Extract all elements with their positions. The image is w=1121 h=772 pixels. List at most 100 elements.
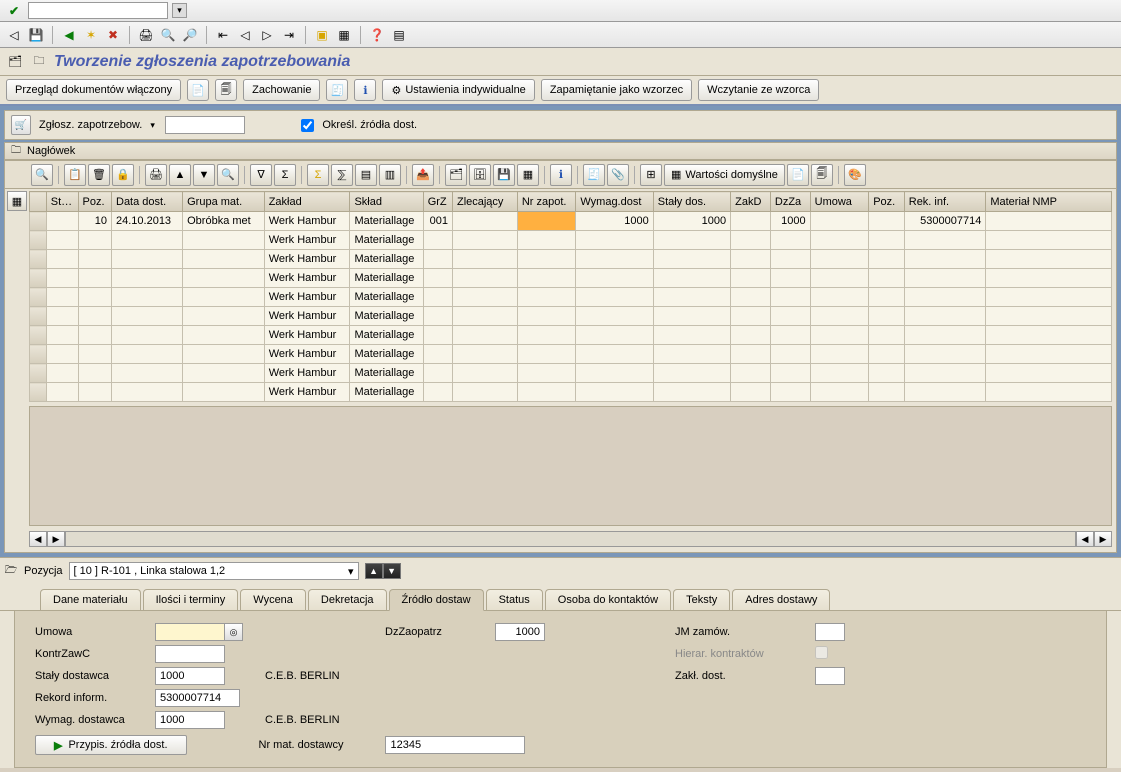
table-cell[interactable] bbox=[46, 383, 78, 402]
next-item-icon[interactable]: ▼ bbox=[383, 563, 401, 579]
jm-input[interactable] bbox=[815, 623, 845, 641]
table-cell[interactable] bbox=[904, 250, 986, 269]
pr-number-input[interactable] bbox=[165, 116, 245, 134]
select-all-icon[interactable]: ▦ bbox=[7, 191, 27, 211]
filter-icon[interactable]: ∇ bbox=[250, 164, 272, 186]
table-cell[interactable]: Werk Hambur bbox=[264, 212, 350, 231]
col-header[interactable]: Stały dos. bbox=[653, 192, 730, 212]
table-cell[interactable] bbox=[576, 307, 653, 326]
sum-icon[interactable]: Σ bbox=[307, 164, 329, 186]
horizontal-scrollbar[interactable]: ◀ ▶ ◀ ▶ bbox=[29, 530, 1112, 548]
table-cell[interactable]: Werk Hambur bbox=[264, 231, 350, 250]
table-cell[interactable] bbox=[423, 231, 452, 250]
table-cell[interactable] bbox=[904, 231, 986, 250]
col-header[interactable]: ZakD bbox=[731, 192, 771, 212]
table-row[interactable]: Werk HamburMateriallage bbox=[30, 383, 1112, 402]
table-cell[interactable] bbox=[112, 269, 183, 288]
dzzaopatrz-input[interactable] bbox=[495, 623, 545, 641]
col-header[interactable]: Data dost. bbox=[112, 192, 183, 212]
table-cell[interactable] bbox=[731, 288, 771, 307]
table-cell[interactable] bbox=[576, 269, 653, 288]
table-cell[interactable] bbox=[423, 250, 452, 269]
table-cell[interactable] bbox=[576, 250, 653, 269]
table-cell[interactable] bbox=[904, 288, 986, 307]
table-cell[interactable] bbox=[731, 326, 771, 345]
col-header[interactable]: GrZ bbox=[423, 192, 452, 212]
table-cell[interactable] bbox=[423, 383, 452, 402]
table-cell[interactable] bbox=[46, 212, 78, 231]
item-section-icon[interactable]: 🗁 bbox=[4, 564, 18, 578]
table-cell[interactable] bbox=[183, 383, 265, 402]
prev-page-icon[interactable]: ◁ bbox=[235, 25, 255, 45]
table-cell[interactable] bbox=[869, 231, 905, 250]
last-page-icon[interactable]: ⇥ bbox=[279, 25, 299, 45]
table-cell[interactable] bbox=[452, 231, 517, 250]
ok-icon[interactable]: ✔ bbox=[4, 1, 24, 21]
lock-icon[interactable]: 🔒 bbox=[112, 164, 134, 186]
tab-dekretacja[interactable]: Dekretacja bbox=[308, 589, 387, 610]
table-cell[interactable] bbox=[452, 307, 517, 326]
table-cell[interactable] bbox=[904, 364, 986, 383]
table-cell[interactable] bbox=[112, 345, 183, 364]
dropdown-icon[interactable]: ▾ bbox=[150, 120, 157, 131]
table-cell[interactable] bbox=[986, 326, 1112, 345]
col-header[interactable]: Poz. bbox=[78, 192, 111, 212]
save-icon[interactable]: 💾 bbox=[26, 25, 46, 45]
table-cell[interactable] bbox=[904, 345, 986, 364]
table-cell[interactable] bbox=[452, 212, 517, 231]
table-cell[interactable] bbox=[653, 326, 730, 345]
table-cell[interactable] bbox=[653, 288, 730, 307]
default-values-button[interactable]: ▦Wartości domyślne bbox=[664, 164, 785, 186]
table-cell[interactable] bbox=[576, 231, 653, 250]
tab-adres-dostawy[interactable]: Adres dostawy bbox=[732, 589, 830, 610]
find-icon[interactable]: 🔍 bbox=[158, 25, 178, 45]
umowa-input[interactable] bbox=[155, 623, 225, 641]
table-cell[interactable] bbox=[869, 364, 905, 383]
table-cell[interactable] bbox=[423, 288, 452, 307]
table-cell[interactable] bbox=[986, 250, 1112, 269]
col-header[interactable]: Wymag.dost bbox=[576, 192, 653, 212]
table-cell[interactable] bbox=[810, 250, 869, 269]
table-row[interactable]: Werk HamburMateriallage bbox=[30, 364, 1112, 383]
table-cell[interactable] bbox=[112, 231, 183, 250]
table-cell[interactable] bbox=[183, 364, 265, 383]
save-as-template-button[interactable]: Zapamiętanie jako wzorzec bbox=[541, 79, 692, 101]
color-legend-icon[interactable]: 🎨 bbox=[844, 164, 866, 186]
subtotal-icon[interactable]: ⅀ bbox=[331, 164, 353, 186]
table-cell[interactable] bbox=[904, 269, 986, 288]
table-cell[interactable]: Werk Hambur bbox=[264, 288, 350, 307]
table-cell[interactable]: Werk Hambur bbox=[264, 326, 350, 345]
next-page-icon[interactable]: ▷ bbox=[257, 25, 277, 45]
table-cell[interactable]: 5300007714 bbox=[904, 212, 986, 231]
col-header[interactable]: Umowa bbox=[810, 192, 869, 212]
find-grid-icon[interactable]: 🔍 bbox=[217, 164, 239, 186]
col-header[interactable]: Nr zapot. bbox=[517, 192, 576, 212]
table-cell[interactable] bbox=[810, 364, 869, 383]
table-cell[interactable] bbox=[810, 345, 869, 364]
table-cell[interactable] bbox=[78, 250, 111, 269]
table-cell[interactable] bbox=[810, 307, 869, 326]
col-header[interactable]: Poz. bbox=[869, 192, 905, 212]
table-row[interactable]: Werk HamburMateriallage bbox=[30, 231, 1112, 250]
sort-asc-icon[interactable]: ▲ bbox=[169, 164, 191, 186]
load-from-template-button[interactable]: Wczytanie ze wzorca bbox=[698, 79, 819, 101]
table-cell[interactable]: 1000 bbox=[576, 212, 653, 231]
determine-source-checkbox[interactable] bbox=[301, 119, 314, 132]
help-icon[interactable]: ❓ bbox=[367, 25, 387, 45]
table-cell[interactable] bbox=[810, 326, 869, 345]
table-cell[interactable] bbox=[986, 231, 1112, 250]
hold-button[interactable]: Zachowanie bbox=[243, 79, 320, 101]
table-cell[interactable]: 001 bbox=[423, 212, 452, 231]
rekord-input[interactable] bbox=[155, 689, 240, 707]
kontr-input[interactable] bbox=[155, 645, 225, 663]
save-layout-icon[interactable]: 💾 bbox=[493, 164, 515, 186]
table-cell[interactable]: 1000 bbox=[770, 212, 810, 231]
table-cell[interactable] bbox=[183, 326, 265, 345]
table-cell[interactable] bbox=[423, 307, 452, 326]
table-cell[interactable]: Materiallage bbox=[350, 269, 423, 288]
doc-overview-on-icon[interactable]: 🗂 bbox=[6, 53, 24, 71]
table-cell[interactable] bbox=[452, 383, 517, 402]
table-cell[interactable] bbox=[770, 269, 810, 288]
table-cell[interactable] bbox=[731, 212, 771, 231]
table-cell[interactable] bbox=[770, 345, 810, 364]
